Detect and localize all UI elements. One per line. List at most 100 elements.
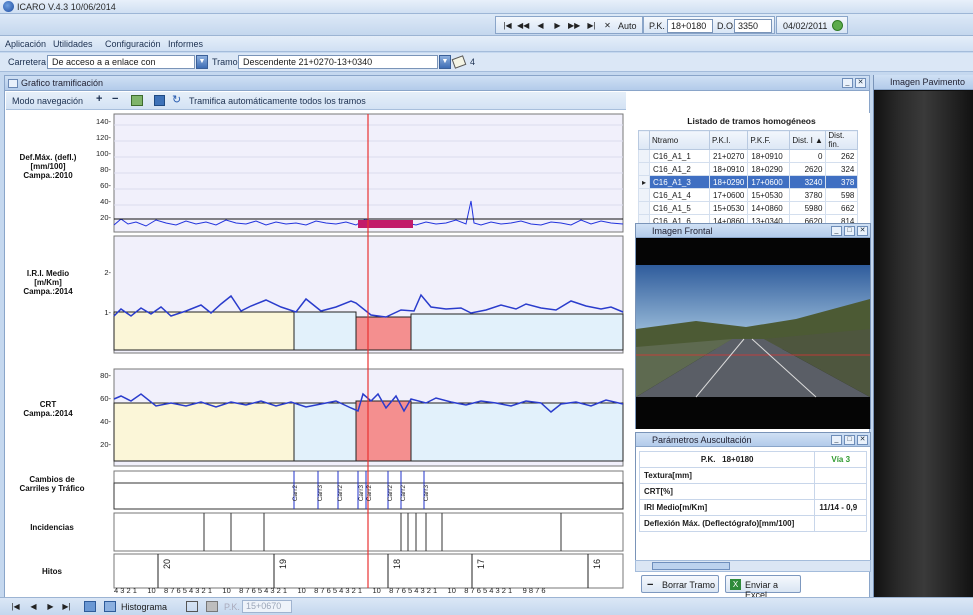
table-cell: 18+0290 — [709, 175, 749, 189]
close-button[interactable]: ✕ — [857, 226, 868, 236]
histograma-dropdown[interactable]: Histograma — [121, 602, 167, 612]
tramo-input[interactable]: Descendente 21+0270-13+0340 — [238, 55, 438, 69]
prev-page-button[interactable]: ◀ — [28, 601, 39, 613]
navigation-toolbar: |◀ ◀◀ ◀ ▶ ▶▶ ▶| ✕ Auto P.K. 18+0180 D.O.… — [0, 14, 973, 36]
maximize-button[interactable]: □ — [844, 435, 855, 445]
print-icon[interactable] — [206, 601, 218, 612]
table-cell: 17+0600 — [709, 188, 749, 202]
chart-panel-icon — [8, 79, 18, 88]
histogram-icon — [104, 601, 116, 612]
next-page-button[interactable]: ▶ — [45, 601, 56, 613]
table-cell: C16_A1_4 — [649, 188, 711, 202]
row-header-col — [637, 130, 651, 150]
table-cell: 378 — [825, 175, 859, 189]
bottom-pk-input[interactable]: 15+0670 — [242, 600, 292, 613]
lane-tag: Carr2 — [337, 485, 344, 502]
param-label: Textura[mm] — [638, 467, 816, 484]
title-bar: ICARO V.4.3 10/06/2014 — [0, 0, 973, 14]
chart-area: Def.Máx. (defl.) [mm/100] Campa.:2010 140-… — [6, 111, 626, 596]
scissors-icon[interactable] — [186, 601, 198, 612]
close-button[interactable]: ✕ — [857, 435, 868, 445]
last-button[interactable]: ▶| — [586, 20, 597, 32]
param-value — [814, 467, 867, 484]
params-table: P.K. 18+0180 Vía 3 Textura[mm] CRT[%] IR… — [638, 451, 867, 532]
table-cell: 3240 — [789, 175, 827, 189]
table-row[interactable]: C16_A1_5 15+0530 14+0860 5980 662 — [637, 201, 859, 215]
table-row[interactable]: C16_A1_1 21+0270 18+0910 0 262 — [637, 149, 859, 163]
crt-segment-4 — [410, 402, 624, 462]
crt-label: CRT Campa.:2014 — [23, 400, 73, 418]
carretera-dropdown-icon[interactable]: ▼ — [196, 55, 208, 69]
fast-forward-button[interactable]: ▶▶ — [568, 20, 580, 32]
hito-marker: 17 — [476, 559, 486, 570]
zoom-in-button[interactable]: + — [96, 93, 102, 105]
save-icon[interactable] — [154, 95, 165, 106]
menu-configuracion[interactable]: Configuración — [105, 39, 161, 49]
table-cell: 262 — [825, 149, 859, 163]
table-cell: 17+0600 — [747, 175, 791, 189]
do-input[interactable]: 3350 — [734, 19, 772, 33]
forward-button[interactable]: ▶ — [552, 20, 563, 32]
table-row[interactable]: ▸ C16_A1_3 18+0290 17+0600 3240 378 — [637, 175, 859, 189]
zoom-out-button[interactable]: − — [112, 93, 118, 105]
table-cell: C16_A1_5 — [649, 201, 711, 215]
back-button[interactable]: ◀ — [535, 20, 546, 32]
refresh-icon[interactable] — [832, 20, 843, 31]
auto-toggle[interactable]: Auto — [618, 21, 637, 31]
enviar-excel-button[interactable]: X Enviar a Excel — [725, 575, 801, 600]
table-cell: 2620 — [789, 162, 827, 176]
pk-input[interactable]: 18+0180 — [667, 19, 713, 33]
tick-label: 20- — [100, 213, 111, 222]
menu-informes[interactable]: Informes — [168, 39, 203, 49]
hito-marker: 19 — [278, 559, 288, 570]
minimize-button[interactable]: _ — [842, 78, 853, 88]
params-title: Parámetros Auscultación — [652, 435, 752, 445]
minus-icon: − — [647, 579, 654, 591]
minimize-button[interactable]: _ — [831, 226, 842, 236]
fast-back-button[interactable]: ◀◀ — [517, 20, 529, 32]
tick-label: 40- — [100, 417, 111, 426]
tramo-dropdown-icon[interactable]: ▼ — [439, 55, 451, 69]
row-marker: ▸ — [637, 175, 651, 189]
col-header[interactable]: Dist. I ▲ — [789, 130, 827, 150]
front-image-titlebar: Imagen Frontal _ □ ✕ — [636, 224, 870, 238]
close-button[interactable]: ✕ — [855, 78, 866, 88]
tag-icon[interactable] — [451, 55, 467, 69]
table-cell: 662 — [825, 201, 859, 215]
first-button[interactable]: |◀ — [502, 20, 513, 32]
table-cell: 18+0910 — [709, 162, 749, 176]
lane-tag: Carr2 — [292, 485, 299, 502]
auto-segment-button[interactable]: Tramifica automáticamente todos los tram… — [189, 96, 366, 106]
mode-navigation-dropdown[interactable]: Modo navegación — [12, 96, 83, 106]
stop-button[interactable]: ✕ — [602, 20, 613, 32]
tick-label: 60- — [100, 181, 111, 190]
excel-icon: X — [730, 579, 741, 590]
col-header[interactable]: P.K.F. — [747, 130, 791, 150]
tramo-count: 4 — [470, 57, 476, 67]
col-header[interactable]: P.K.I. — [709, 130, 749, 150]
segments-table: Ntramo P.K.I. P.K.F. Dist. I ▲ Dist. fin… — [637, 130, 859, 228]
table-cell: C16_A1_2 — [649, 162, 711, 176]
last-page-button[interactable]: ▶| — [61, 601, 72, 613]
params-scrollbar[interactable] — [635, 560, 871, 572]
param-value: 11/14 - 0,9 — [814, 499, 867, 516]
tick-label: 100- — [95, 149, 111, 158]
first-page-button[interactable]: |◀ — [10, 601, 21, 613]
borrar-tramo-button[interactable]: − Borrar Tramo — [641, 575, 719, 593]
col-header[interactable]: Ntramo — [649, 130, 711, 150]
menu-aplicacion[interactable]: Aplicación — [5, 39, 46, 49]
table-cell: 15+0530 — [709, 201, 749, 215]
minimize-button[interactable]: _ — [831, 435, 842, 445]
edit-icon[interactable] — [131, 95, 143, 106]
maximize-button[interactable]: □ — [844, 226, 855, 236]
chart-icon[interactable] — [84, 601, 96, 612]
menu-utilidades[interactable]: Utilidades — [53, 39, 93, 49]
lane-tag: Carr2 — [400, 485, 407, 502]
table-row[interactable]: C16_A1_4 17+0600 15+0530 3780 598 — [637, 188, 859, 202]
refresh-cycle-icon[interactable]: ↻ — [172, 93, 181, 106]
carretera-input[interactable]: De acceso a a enlace con — [47, 55, 195, 69]
segments-list-panel: Listado de tramos homogéneos Ntramo P.K.… — [633, 113, 870, 228]
scroll-thumb[interactable] — [652, 562, 730, 570]
table-row[interactable]: C16_A1_2 18+0910 18+0290 2620 324 — [637, 162, 859, 176]
col-header[interactable]: Dist. fin. — [825, 130, 859, 150]
